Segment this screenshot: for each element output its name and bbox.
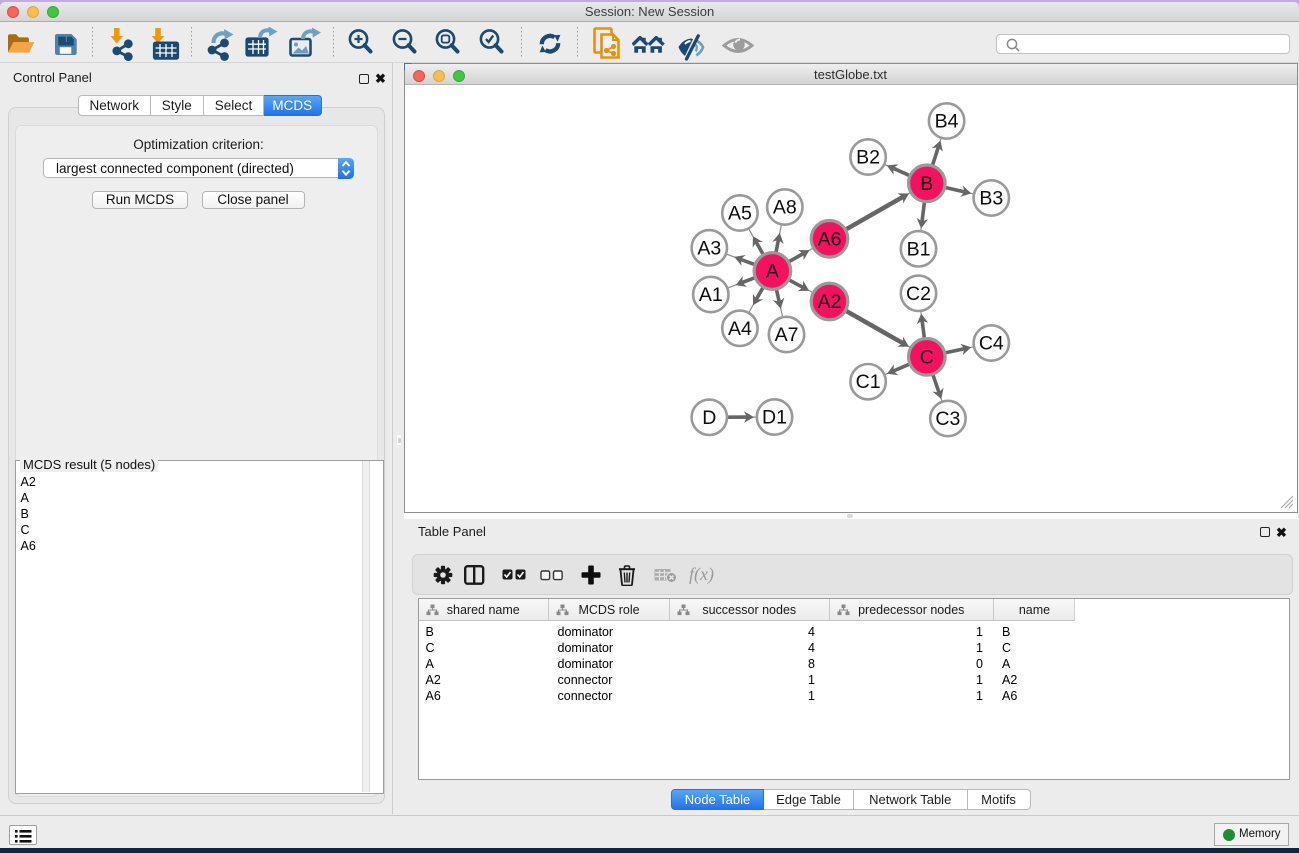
svg-text:D1: D1 (762, 406, 787, 428)
svg-text:B: B (920, 172, 933, 194)
svg-text:B3: B3 (979, 187, 1003, 209)
svg-text:A3: A3 (697, 237, 721, 259)
svg-text:A8: A8 (773, 196, 797, 218)
svg-text:A2: A2 (818, 291, 842, 313)
svg-text:C2: C2 (906, 282, 931, 304)
svg-text:C4: C4 (979, 332, 1004, 354)
svg-text:A4: A4 (728, 317, 752, 339)
svg-text:B1: B1 (907, 238, 931, 260)
svg-text:D: D (702, 406, 716, 428)
svg-text:B2: B2 (856, 146, 880, 168)
svg-text:B4: B4 (935, 110, 959, 132)
svg-text:A7: A7 (775, 324, 799, 346)
svg-text:A6: A6 (818, 228, 842, 250)
svg-text:A1: A1 (699, 284, 723, 306)
svg-text:C1: C1 (856, 371, 881, 393)
svg-text:C3: C3 (935, 408, 960, 430)
svg-text:C: C (920, 346, 934, 368)
svg-text:A5: A5 (728, 202, 752, 224)
svg-text:A: A (766, 260, 779, 282)
